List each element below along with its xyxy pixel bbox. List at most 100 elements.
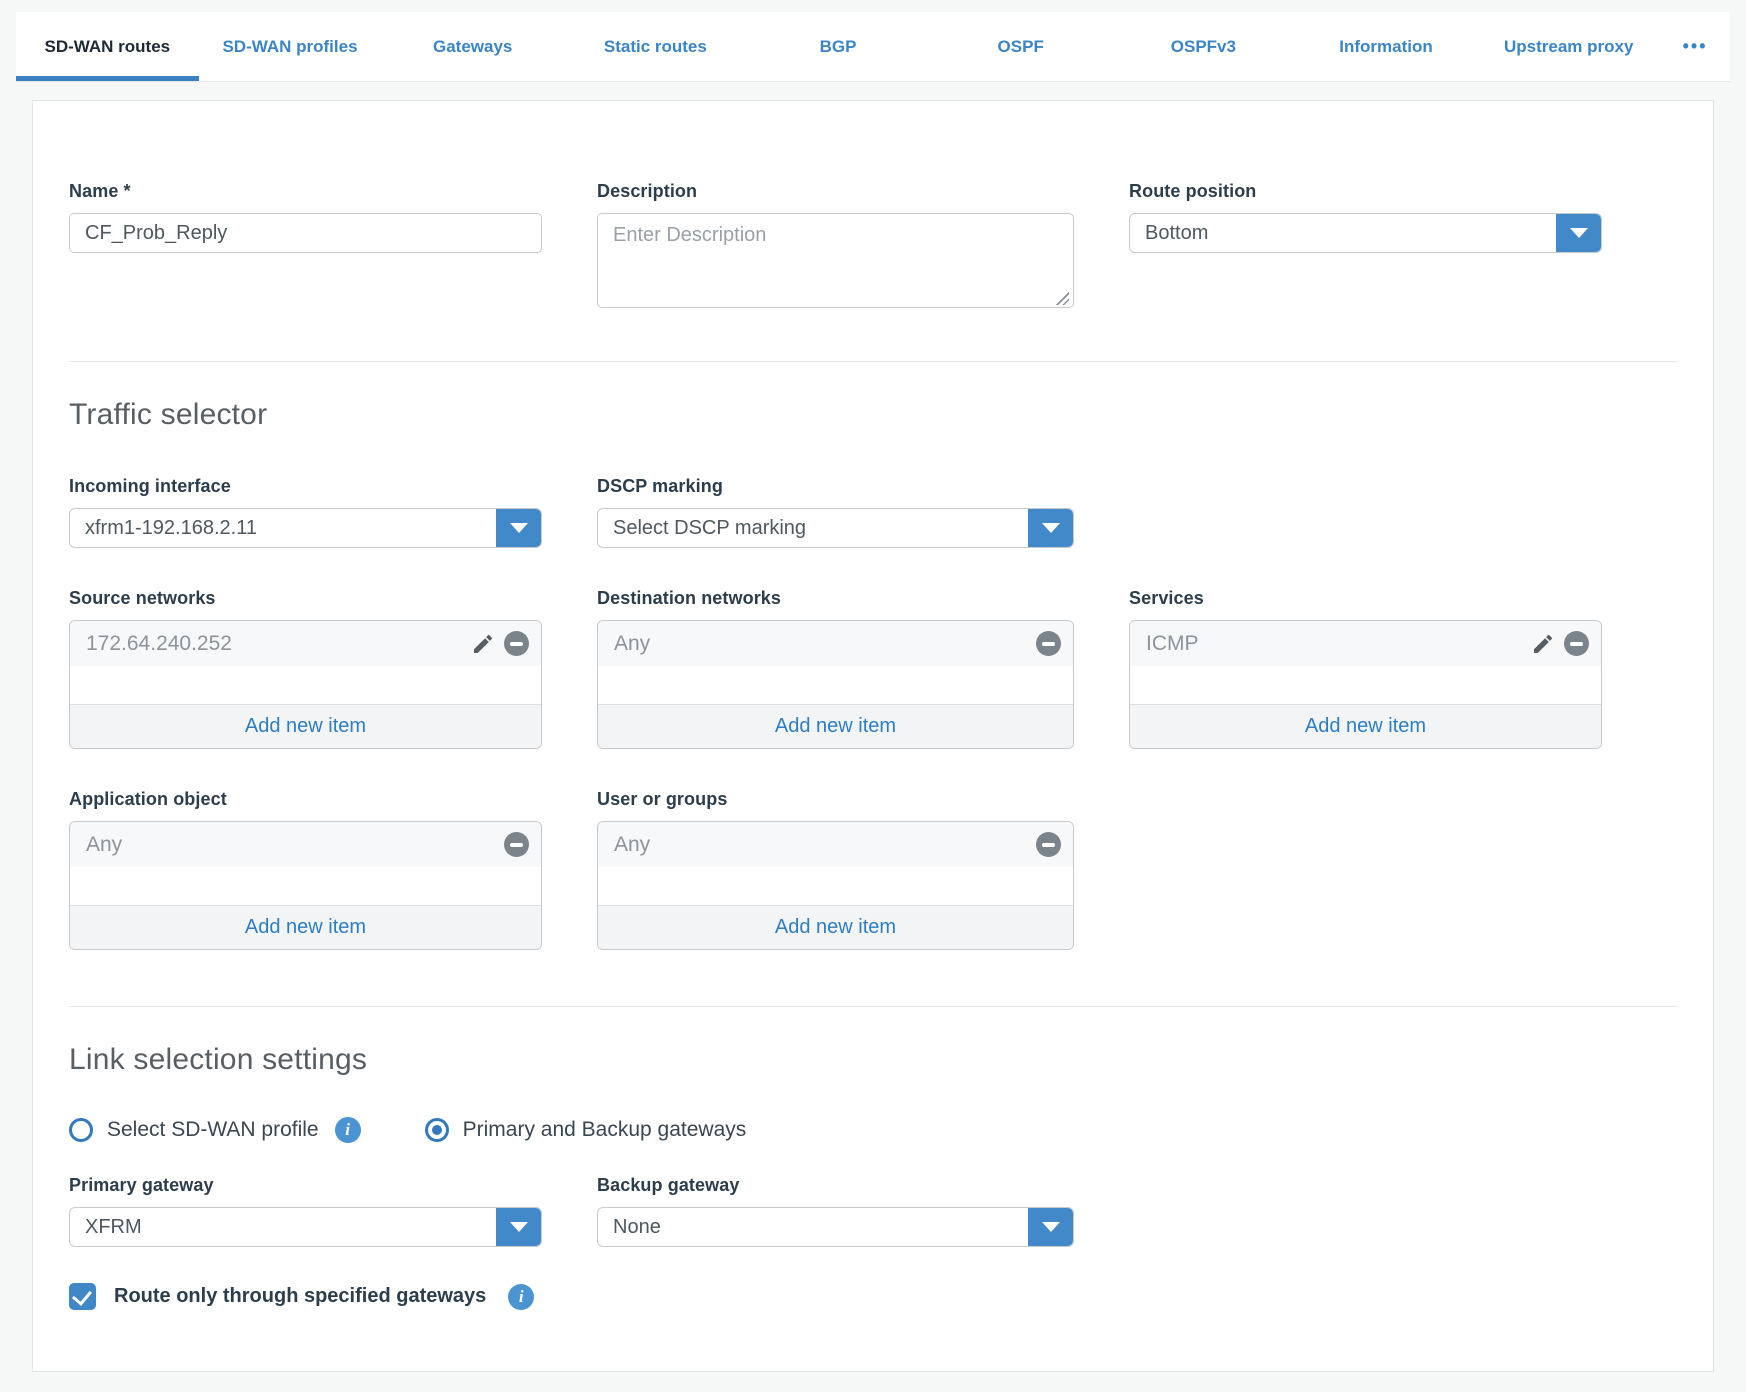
primary-gateway-dropdown-button[interactable] <box>496 1208 541 1246</box>
backup-gateway-select[interactable]: None <box>597 1207 1074 1247</box>
list-empty-area <box>598 867 1073 905</box>
route-only-checkbox-checked[interactable] <box>69 1283 96 1310</box>
dscp-marking-field-group: DSCP marking Select DSCP marking <box>597 476 1074 548</box>
name-input[interactable] <box>69 213 542 253</box>
chevron-down-icon <box>1042 1222 1060 1232</box>
edit-pencil-icon[interactable] <box>471 632 495 656</box>
tab-information[interactable]: Information <box>1295 12 1478 81</box>
route-position-label: Route position <box>1129 181 1602 202</box>
dscp-marking-value: Select DSCP marking <box>598 509 1028 547</box>
description-label: Description <box>597 181 1074 202</box>
description-field-group: Description <box>597 181 1074 313</box>
link-selection-radio-row: Select SD-WAN profile i Primary and Back… <box>69 1117 1677 1143</box>
primary-gateway-value: XFRM <box>70 1208 496 1246</box>
destination-networks-listbox: Any Add new item <box>597 620 1074 749</box>
radio-gateways-label: Primary and Backup gateways <box>463 1118 747 1142</box>
backup-gateway-label: Backup gateway <box>597 1175 1074 1196</box>
add-new-item-label: Add new item <box>775 715 896 738</box>
add-new-item-label: Add new item <box>245 715 366 738</box>
application-object-listbox: Any Add new item <box>69 821 542 950</box>
services-add-button[interactable]: Add new item <box>1130 704 1601 748</box>
application-object-label: Application object <box>69 789 542 810</box>
remove-item-icon[interactable] <box>1036 832 1061 857</box>
list-item: Any <box>598 822 1073 867</box>
list-empty-area <box>70 666 541 704</box>
tab-ospf[interactable]: OSPF <box>929 12 1112 81</box>
radio-select-sdwan-profile[interactable]: Select SD-WAN profile <box>69 1118 319 1142</box>
application-object-field-group: Application object Any Add new item <box>69 789 542 950</box>
route-only-checkbox-label: Route only through specified gateways <box>114 1285 486 1308</box>
route-position-value: Bottom <box>1130 214 1556 252</box>
sdwan-route-form-card: Name * Description Route position Bottom… <box>32 100 1714 1372</box>
source-network-item-text: 172.64.240.252 <box>86 632 471 656</box>
services-field-group: Services ICMP Add new item <box>1129 588 1602 749</box>
name-label: Name * <box>69 181 542 202</box>
radio-primary-backup-gateways[interactable]: Primary and Backup gateways <box>425 1118 747 1142</box>
networks-services-row: Source networks 172.64.240.252 Add new i… <box>69 588 1677 749</box>
add-new-item-label: Add new item <box>1305 715 1426 738</box>
primary-gateway-field-group: Primary gateway XFRM <box>69 1175 542 1247</box>
radio-sdwan-profile-label: Select SD-WAN profile <box>107 1118 319 1142</box>
source-networks-listbox: 172.64.240.252 Add new item <box>69 620 542 749</box>
list-empty-area <box>1130 666 1601 704</box>
incoming-interface-select[interactable]: xfrm1-192.168.2.11 <box>69 508 542 548</box>
link-selection-heading: Link selection settings <box>69 1043 1677 1077</box>
route-position-dropdown-button[interactable] <box>1556 214 1601 252</box>
app-users-row: Application object Any Add new item User… <box>69 789 1677 950</box>
incoming-interface-dropdown-button[interactable] <box>496 509 541 547</box>
info-icon[interactable]: i <box>335 1117 361 1143</box>
user-or-groups-add-button[interactable]: Add new item <box>598 905 1073 949</box>
service-item-text: ICMP <box>1146 632 1531 656</box>
destination-networks-add-button[interactable]: Add new item <box>598 704 1073 748</box>
tab-sdwan-routes[interactable]: SD-WAN routes <box>16 12 199 81</box>
radio-selected-icon[interactable] <box>425 1118 449 1142</box>
tab-sdwan-profiles[interactable]: SD-WAN profiles <box>199 12 382 81</box>
services-label: Services <box>1129 588 1602 609</box>
list-item: Any <box>70 822 541 867</box>
chevron-down-icon <box>510 523 528 533</box>
name-field-group: Name * <box>69 181 542 313</box>
user-or-groups-item-text: Any <box>614 833 1036 857</box>
user-or-groups-label: User or groups <box>597 789 1074 810</box>
section-divider <box>69 361 1677 362</box>
tab-static-routes[interactable]: Static routes <box>564 12 747 81</box>
primary-gateway-label: Primary gateway <box>69 1175 542 1196</box>
interface-dscp-row: Incoming interface xfrm1-192.168.2.11 DS… <box>69 476 1677 548</box>
list-item: Any <box>598 621 1073 666</box>
description-textarea[interactable] <box>597 213 1074 308</box>
section-divider <box>69 1006 1677 1007</box>
remove-item-icon[interactable] <box>504 832 529 857</box>
services-listbox: ICMP Add new item <box>1129 620 1602 749</box>
tab-gateways[interactable]: Gateways <box>381 12 564 81</box>
dscp-marking-label: DSCP marking <box>597 476 1074 497</box>
list-empty-area <box>598 666 1073 704</box>
route-position-select[interactable]: Bottom <box>1129 213 1602 253</box>
tab-bar: SD-WAN routes SD-WAN profiles Gateways S… <box>16 12 1730 82</box>
incoming-interface-field-group: Incoming interface xfrm1-192.168.2.11 <box>69 476 542 548</box>
dscp-marking-select[interactable]: Select DSCP marking <box>597 508 1074 548</box>
chevron-down-icon <box>1570 228 1588 238</box>
application-object-add-button[interactable]: Add new item <box>70 905 541 949</box>
radio-unselected-icon[interactable] <box>69 1118 93 1142</box>
primary-gateway-select[interactable]: XFRM <box>69 1207 542 1247</box>
incoming-interface-value: xfrm1-192.168.2.11 <box>70 509 496 547</box>
edit-pencil-icon[interactable] <box>1531 632 1555 656</box>
info-icon[interactable]: i <box>508 1284 534 1310</box>
source-networks-field-group: Source networks 172.64.240.252 Add new i… <box>69 588 542 749</box>
tab-ospfv3[interactable]: OSPFv3 <box>1112 12 1295 81</box>
remove-item-icon[interactable] <box>1564 631 1589 656</box>
remove-item-icon[interactable] <box>504 631 529 656</box>
application-object-item-text: Any <box>86 833 504 857</box>
gateways-row: Primary gateway XFRM Backup gateway None <box>69 1175 1677 1247</box>
backup-gateway-field-group: Backup gateway None <box>597 1175 1074 1247</box>
tab-upstream-proxy[interactable]: Upstream proxy <box>1477 12 1660 81</box>
dscp-marking-dropdown-button[interactable] <box>1028 509 1073 547</box>
source-networks-label: Source networks <box>69 588 542 609</box>
remove-item-icon[interactable] <box>1036 631 1061 656</box>
more-tabs-ellipsis-icon[interactable]: ••• <box>1660 12 1730 81</box>
list-item: ICMP <box>1130 621 1601 666</box>
route-position-field-group: Route position Bottom <box>1129 181 1602 313</box>
backup-gateway-dropdown-button[interactable] <box>1028 1208 1073 1246</box>
tab-bgp[interactable]: BGP <box>747 12 930 81</box>
source-networks-add-button[interactable]: Add new item <box>70 704 541 748</box>
